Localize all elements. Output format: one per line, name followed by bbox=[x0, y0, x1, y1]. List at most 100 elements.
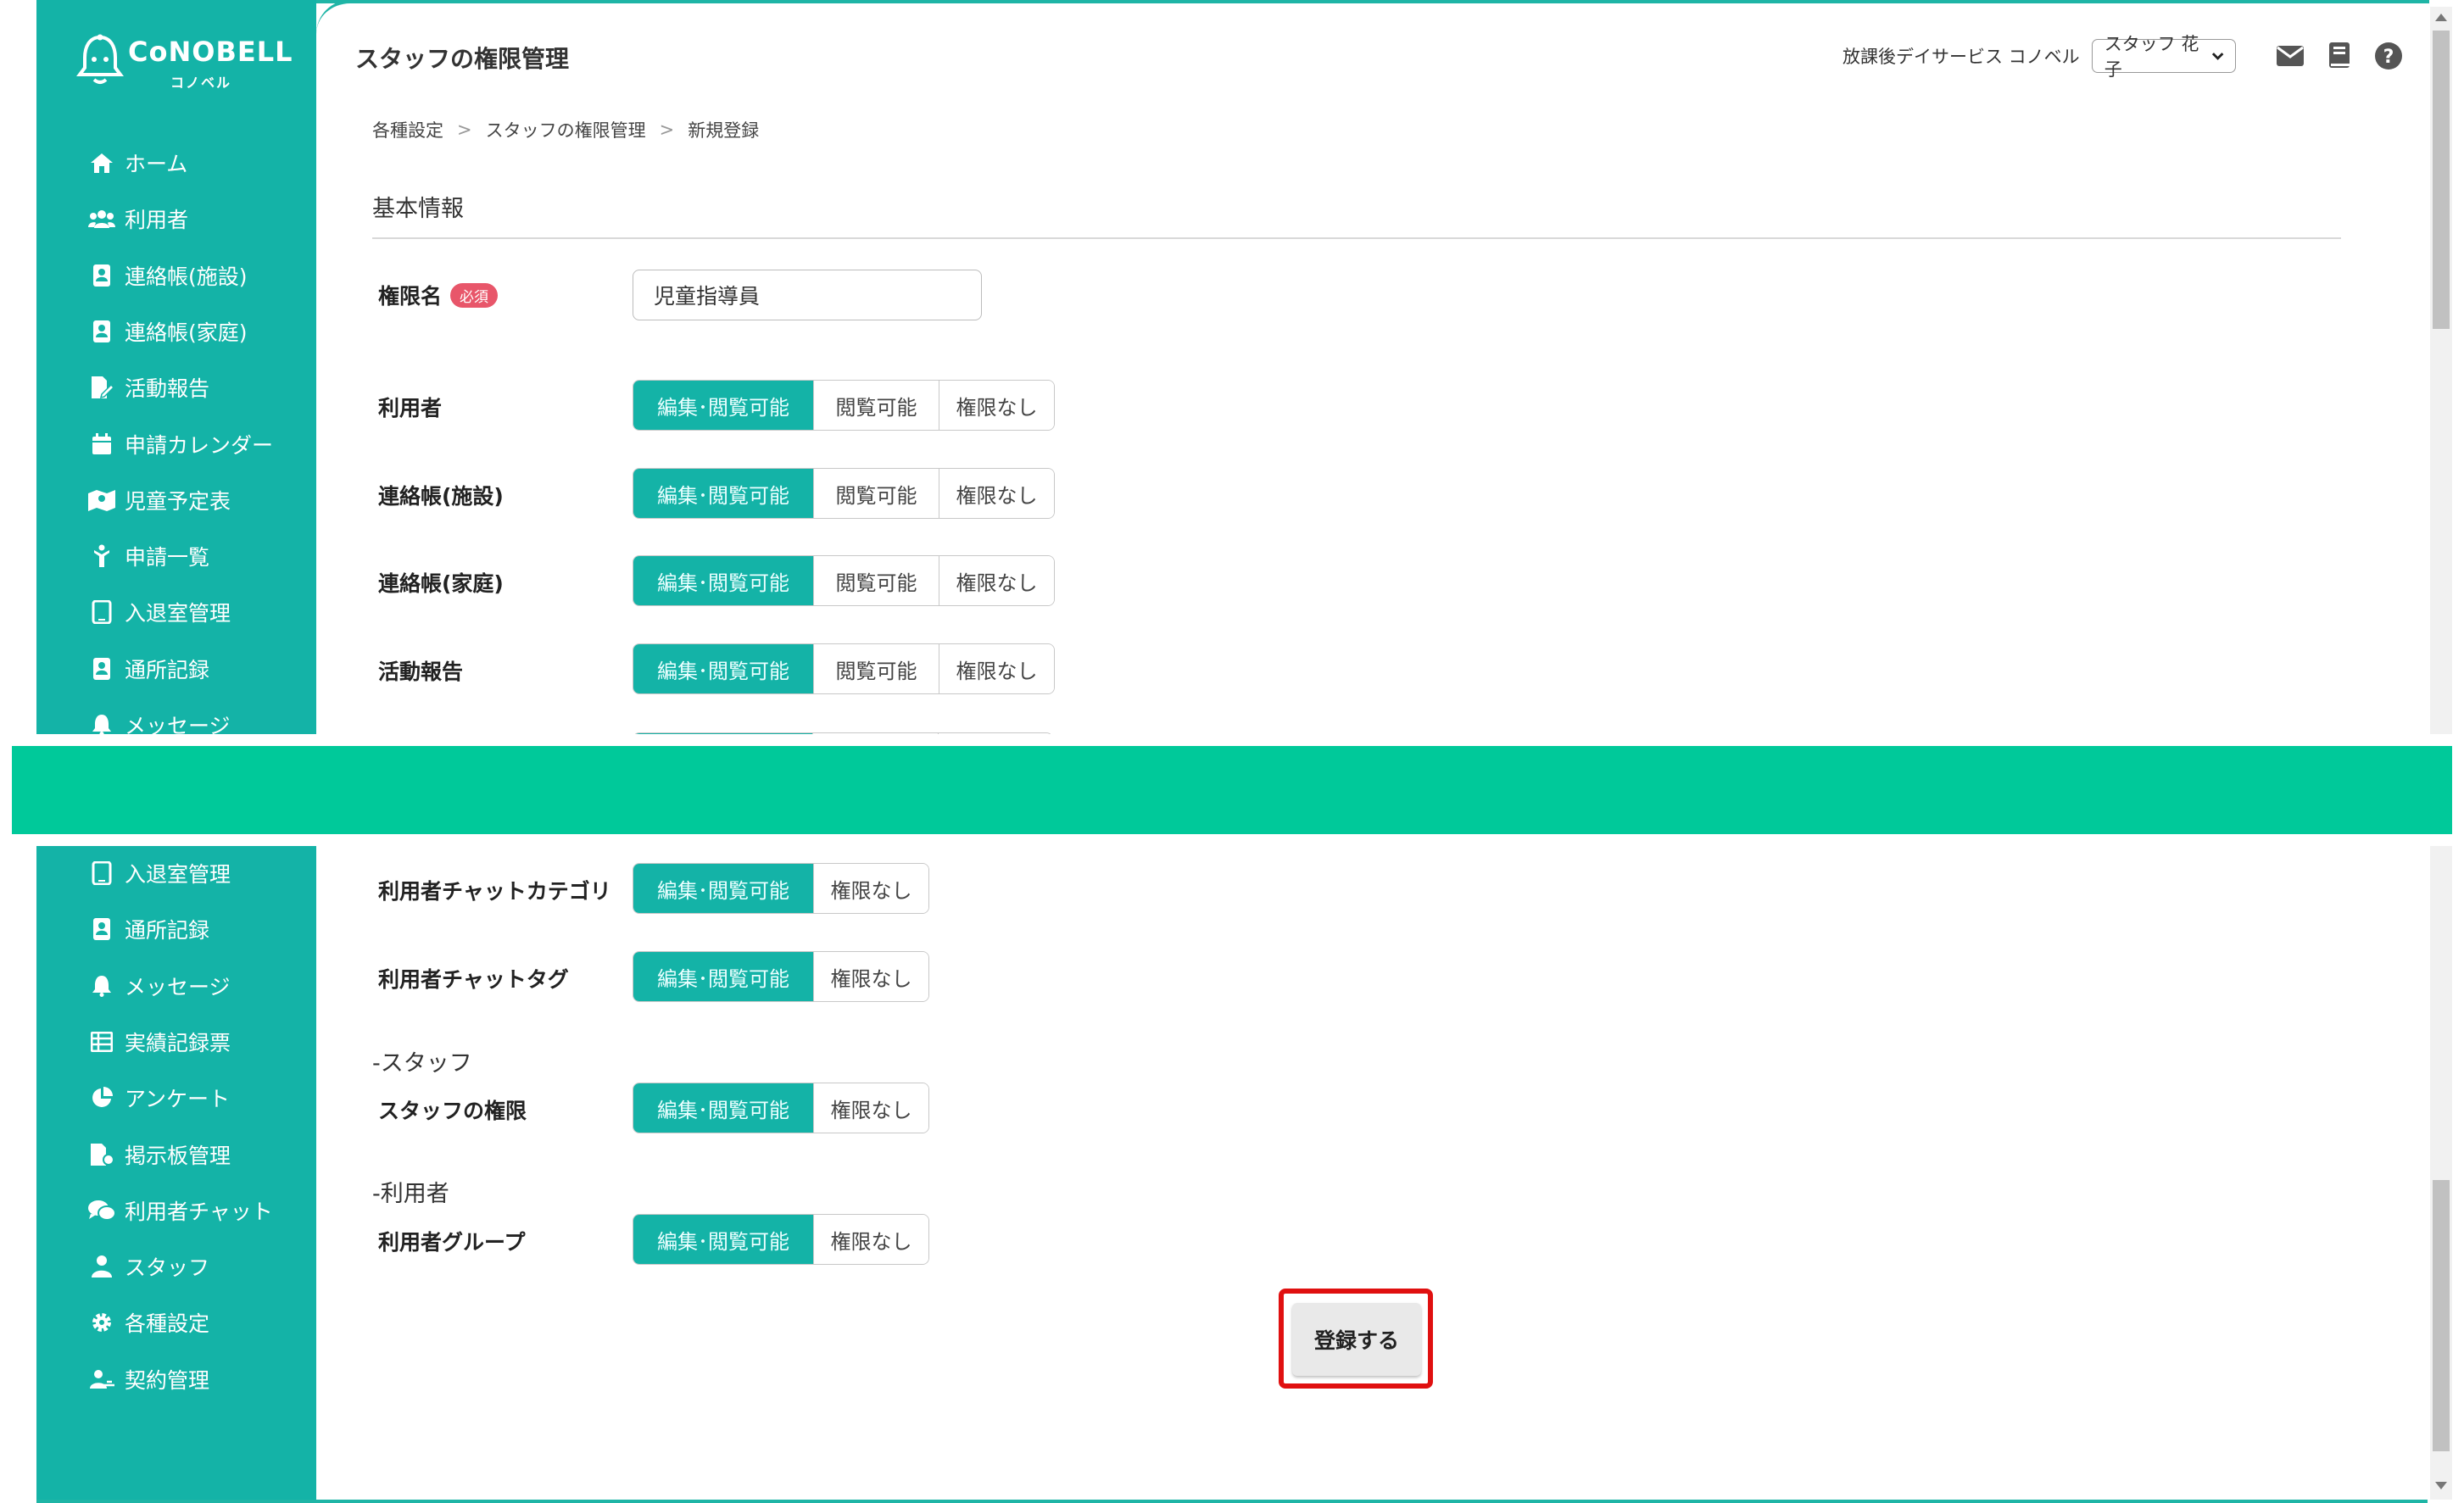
permission-toggle[interactable]: 編集･閲覧可能 権限なし bbox=[633, 1083, 929, 1133]
permission-option-edit-view[interactable]: 編集･閲覧可能 bbox=[633, 381, 813, 430]
role-name-label: 権限名 必須 bbox=[378, 280, 499, 310]
permission-option-view[interactable] bbox=[812, 733, 938, 734]
permission-label: 利用者 bbox=[378, 396, 443, 420]
sidebar-item-4[interactable]: 実績記録票 bbox=[87, 1025, 231, 1059]
permission-option-none[interactable]: 権限なし bbox=[939, 644, 1054, 693]
sidebar: CoNOBELL コノベル ホーム利用者連絡帳(施設) 連絡帳(家庭) 活動報告申請… bbox=[36, 0, 316, 734]
sidebar-item-9[interactable]: 各種設定 bbox=[87, 1305, 209, 1339]
permission-option-none[interactable]: 権限なし bbox=[939, 381, 1054, 430]
permission-option-none[interactable] bbox=[937, 733, 1052, 734]
tablet-icon bbox=[87, 859, 116, 888]
scroll-down-arrow-icon[interactable] bbox=[2435, 1482, 2447, 1489]
user-select[interactable]: スタッフ 花子 bbox=[2091, 34, 2236, 80]
permission-toggle[interactable]: 編集･閲覧可能 閲覧可能 権限なし bbox=[633, 555, 1055, 606]
sidebar-item-8[interactable]: 申請一覧 bbox=[87, 539, 209, 573]
permission-toggle[interactable]: 編集･閲覧可能 閲覧可能 権限なし bbox=[633, 380, 1055, 431]
permission-option-edit-view[interactable]: 編集･閲覧可能 bbox=[633, 1083, 813, 1133]
contact-book-icon bbox=[87, 915, 116, 944]
sidebar-item-6[interactable]: 掲示板管理 bbox=[87, 1138, 231, 1172]
permission-option-view[interactable]: 閲覧可能 bbox=[813, 644, 939, 693]
logo-text: CoNOBELL bbox=[128, 36, 293, 68]
child-icon bbox=[87, 542, 116, 571]
sidebar-item-label: メッセージ bbox=[125, 974, 231, 999]
sidebar-item-label: 実績記録票 bbox=[125, 1030, 231, 1055]
permission-label: スタッフの権限 bbox=[378, 1099, 527, 1123]
register-button[interactable]: 登録する bbox=[1292, 1303, 1421, 1376]
sidebar-item-6[interactable]: 申請カレンダー bbox=[87, 427, 273, 461]
section-title-users: -利用者 bbox=[372, 1181, 449, 1207]
sidebar-item-7[interactable]: 利用者チャット bbox=[87, 1194, 273, 1227]
sidebar-item-2[interactable]: 利用者 bbox=[87, 202, 188, 236]
screenshot-divider-band bbox=[12, 746, 2452, 834]
scroll-thumb[interactable] bbox=[2433, 1180, 2450, 1451]
permission-option-edit-view[interactable]: 編集･閲覧可能 bbox=[633, 644, 813, 693]
permission-option-none[interactable]: 権限なし bbox=[939, 556, 1054, 605]
sidebar-item-label: 申請カレンダー bbox=[125, 432, 274, 458]
scroll-up-arrow-icon[interactable] bbox=[2435, 14, 2447, 21]
sidebar-item-4[interactable]: 連絡帳(家庭) bbox=[87, 315, 248, 348]
header-right: 放課後デイサービス コノベル スタッフ 花子 ? bbox=[1842, 34, 2404, 80]
permission-toggle[interactable]: 編集･閲覧可能 権限なし bbox=[633, 951, 929, 1002]
gear-icon bbox=[87, 1308, 116, 1337]
sidebar-item-5[interactable]: 活動報告 bbox=[87, 370, 209, 404]
permission-label: 利用者グループ bbox=[378, 1230, 526, 1255]
permission-label: 連絡帳(家庭) bbox=[378, 571, 504, 596]
sidebar-item-label: 通所記録 bbox=[125, 657, 210, 682]
scrollbar-bottom[interactable] bbox=[2430, 846, 2452, 1500]
sidebar-item-3[interactable]: 連絡帳(施設) bbox=[87, 259, 248, 292]
permission-option-edit-view[interactable]: 編集･閲覧可能 bbox=[633, 469, 813, 518]
section-title-basic-info: 基本情報 bbox=[372, 196, 464, 222]
breadcrumb-separator-icon: > bbox=[457, 120, 472, 140]
main-content-top: スタッフの権限管理 放課後デイサービス コノベル スタッフ 花子 ? 各種設定 … bbox=[316, 0, 2429, 734]
svg-text:?: ? bbox=[2383, 47, 2394, 68]
permission-toggle-partial[interactable] bbox=[633, 732, 1053, 734]
permission-option-none[interactable]: 権限なし bbox=[813, 1083, 928, 1133]
permission-option-edit-view[interactable]: 編集･閲覧可能 bbox=[633, 952, 813, 1001]
page-title: スタッフの権限管理 bbox=[355, 45, 570, 73]
sidebar-item-2[interactable]: 通所記録 bbox=[87, 912, 209, 946]
permission-toggle[interactable]: 編集･閲覧可能 権限なし bbox=[633, 863, 929, 914]
sidebar-item-3[interactable]: メッセージ bbox=[87, 969, 231, 1003]
sidebar-item-label: 活動報告 bbox=[125, 376, 210, 402]
book-icon[interactable] bbox=[2324, 41, 2355, 71]
home-icon bbox=[87, 148, 116, 177]
sidebar-item-8[interactable]: スタッフ bbox=[87, 1250, 209, 1283]
sidebar-item-11[interactable]: メッセージ bbox=[87, 708, 231, 734]
permission-option-view[interactable]: 閲覧可能 bbox=[813, 381, 939, 430]
sidebar-item-1[interactable]: 入退室管理 bbox=[87, 856, 231, 890]
permission-option-none[interactable]: 権限なし bbox=[813, 952, 928, 1001]
sidebar-item-10[interactable]: 通所記録 bbox=[87, 652, 209, 686]
permission-toggle[interactable]: 編集･閲覧可能 閲覧可能 権限なし bbox=[633, 643, 1055, 694]
permission-option-view[interactable]: 閲覧可能 bbox=[813, 469, 939, 518]
sidebar-item-label: 申請一覧 bbox=[125, 545, 210, 571]
permission-option-edit-view[interactable]: 編集･閲覧可能 bbox=[633, 1215, 813, 1264]
permission-option-edit-view[interactable]: 編集･閲覧可能 bbox=[633, 556, 813, 605]
permission-option-edit-view[interactable]: 編集･閲覧可能 bbox=[633, 864, 813, 913]
sidebar-item-label: 掲示板管理 bbox=[125, 1143, 231, 1168]
breadcrumb-item-staff-permissions[interactable]: スタッフの権限管理 bbox=[486, 117, 646, 142]
contract-icon bbox=[87, 1365, 116, 1394]
sidebar-item-7[interactable]: 児童予定表 bbox=[87, 483, 231, 517]
scroll-thumb[interactable] bbox=[2433, 31, 2450, 329]
mail-icon[interactable] bbox=[2275, 41, 2305, 71]
user-name: スタッフ 花子 bbox=[2104, 34, 2199, 80]
sidebar-item-label: 通所記録 bbox=[125, 918, 210, 944]
permission-toggle[interactable]: 編集･閲覧可能 権限なし bbox=[633, 1214, 929, 1265]
sidebar-item-label: 契約管理 bbox=[125, 1367, 210, 1393]
app-logo[interactable]: CoNOBELL コノベル bbox=[75, 32, 296, 92]
breadcrumb-item-settings[interactable]: 各種設定 bbox=[372, 117, 443, 142]
permission-option-edit-view[interactable] bbox=[633, 733, 813, 734]
permission-option-none[interactable]: 権限なし bbox=[813, 1215, 928, 1264]
sidebar-item-5[interactable]: アンケート bbox=[87, 1081, 230, 1115]
permission-option-view[interactable]: 閲覧可能 bbox=[813, 556, 939, 605]
permission-toggle[interactable]: 編集･閲覧可能 閲覧可能 権限なし bbox=[633, 468, 1055, 519]
permission-option-none[interactable]: 権限なし bbox=[939, 469, 1054, 518]
scrollbar-top[interactable] bbox=[2430, 7, 2452, 734]
sidebar-item-10[interactable]: 契約管理 bbox=[87, 1362, 209, 1396]
sidebar-item-label: 入退室管理 bbox=[125, 862, 231, 887]
permission-option-none[interactable]: 権限なし bbox=[813, 864, 928, 913]
help-icon[interactable]: ? bbox=[2373, 41, 2404, 71]
sidebar-item-9[interactable]: 入退室管理 bbox=[87, 595, 231, 629]
sidebar-item-1[interactable]: ホーム bbox=[87, 146, 187, 180]
role-name-input[interactable]: 児童指導員 bbox=[633, 270, 982, 320]
